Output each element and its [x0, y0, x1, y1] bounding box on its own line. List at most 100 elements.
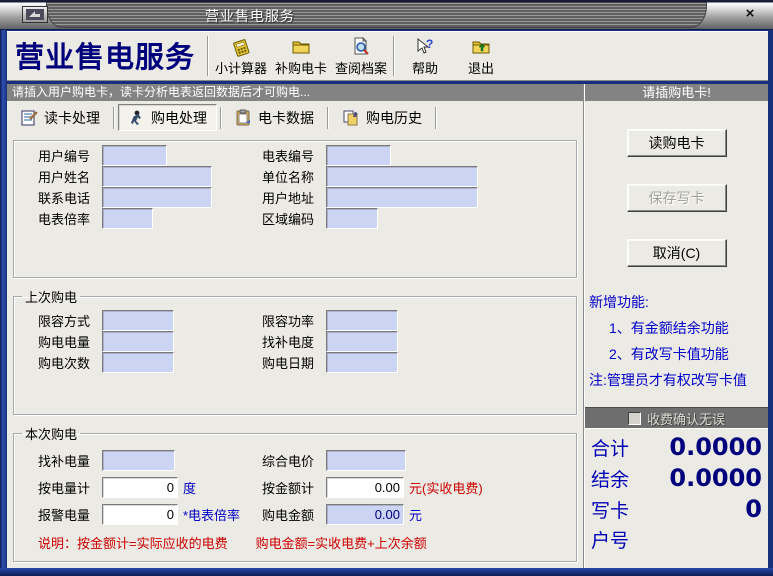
account-label: 户号 — [591, 526, 629, 553]
limit-mode-input[interactable] — [102, 310, 174, 331]
purchase-date-input[interactable] — [326, 352, 398, 373]
field-label-meter-ratio: 电表倍率 — [38, 209, 102, 228]
by-money-input[interactable] — [326, 477, 404, 498]
purchase-icon — [128, 109, 145, 126]
tab-separator — [220, 107, 222, 129]
feature-note-title: 新增功能: — [589, 289, 766, 315]
balance-label: 结余 — [591, 465, 629, 492]
note-by-money: 说明：按金额计=实际应收的电费 — [38, 533, 228, 552]
by-quantity-input[interactable] — [102, 477, 178, 498]
card-action-buttons: 读购电卡 保存写卡 取消(C) — [585, 101, 768, 267]
svg-text:?: ? — [426, 37, 433, 51]
side-panel: 请插购电卡! 读购电卡 保存写卡 取消(C) 新增功能: 1、有金额结余功能 2… — [584, 84, 768, 568]
feature-note-admin: 注:管理员才有权改写卡值 — [589, 367, 766, 393]
by-money-unit: 元(实收电费) — [409, 478, 483, 497]
field-label-purchase-count: 购电次数 — [38, 353, 102, 372]
field-label-limit-power: 限容功率 — [262, 311, 326, 330]
field-label-meter-id: 电表编号 — [262, 146, 326, 165]
meter-id-input[interactable] — [326, 145, 391, 166]
tab-card-data[interactable]: 电卡数据 — [225, 104, 324, 131]
title-bar[interactable]: 营业售电服务 × — [0, 0, 773, 30]
purchase-count-input[interactable] — [102, 352, 174, 373]
user-id-input[interactable] — [102, 145, 167, 166]
note-purchase-money: 购电金额=实收电费+上次余额 — [256, 533, 427, 552]
calculator-button-label: 小计算器 — [215, 58, 267, 77]
total-label: 合计 — [591, 434, 629, 461]
totals-panel: 合计 0.0000 结余 0.0000 写卡 0 户号 — [585, 429, 768, 568]
area-code-input[interactable] — [326, 208, 378, 229]
field-label-by-money: 按金额计 — [262, 478, 326, 497]
tab-bar: 读卡处理 购电处理 — [7, 101, 583, 134]
alarm-qty-input[interactable] — [102, 504, 178, 525]
cancel-button[interactable]: 取消(C) — [627, 239, 727, 267]
address-input[interactable] — [326, 187, 478, 208]
window-title: 营业售电服务 — [205, 6, 295, 26]
read-card-button[interactable]: 读购电卡 — [627, 129, 727, 157]
purchase-history-icon — [342, 109, 360, 126]
field-label-compensation-degree: 找补电度 — [262, 332, 326, 351]
help-button[interactable]: ? 帮助 — [397, 33, 453, 79]
fee-confirm-checkbox[interactable] — [628, 412, 641, 425]
form-row: 报警电量 *电表倍率 购电金额 元 — [14, 504, 576, 525]
app-heading: 营业售电服务 — [7, 34, 205, 78]
window-bottom-border — [0, 568, 773, 576]
user-name-input[interactable] — [102, 166, 212, 187]
save-write-card-button[interactable]: 保存写卡 — [627, 184, 727, 212]
field-label-address: 用户地址 — [262, 188, 326, 207]
rebuy-card-button-label: 补购电卡 — [275, 58, 327, 77]
last-purchase-legend: 上次购电 — [22, 287, 80, 306]
form-row: 限容方式 限容功率 — [14, 310, 576, 331]
compensate-qty-input[interactable] — [102, 450, 175, 471]
field-label-area-code: 区域编码 — [262, 209, 326, 228]
exit-button[interactable]: 退出 — [453, 33, 509, 79]
view-archive-button-label: 查阅档案 — [335, 58, 387, 77]
fee-confirm-label: 收费确认无误 — [647, 409, 725, 428]
write-card-label: 写卡 — [591, 496, 629, 523]
tab-purchase[interactable]: 购电处理 — [118, 104, 217, 131]
close-icon[interactable]: × — [739, 4, 761, 24]
fee-confirm-bar[interactable]: 收费确认无误 — [585, 407, 768, 429]
calculator-icon — [231, 36, 251, 58]
app-window: 营业售电服务 × 营业售电服务 小计算器 — [0, 0, 773, 576]
balance-value: 0.0000 — [669, 464, 762, 492]
purchase-amount-input[interactable] — [102, 331, 174, 352]
field-label-purchase-date: 购电日期 — [262, 353, 326, 372]
main-area: 请插入用户购电卡，读卡分析电表返回数据后才可购电... 读卡处理 — [7, 84, 768, 568]
field-label-alarm-qty: 报警电量 — [38, 505, 102, 524]
feature-note-2: 2、有改写卡值功能 — [589, 341, 766, 367]
status-bar: 请插入用户购电卡，读卡分析电表返回数据后才可购电... — [7, 84, 583, 101]
alarm-qty-unit: *电表倍率 — [183, 505, 240, 524]
composite-price-input[interactable] — [326, 450, 406, 471]
calculator-button[interactable]: 小计算器 — [211, 33, 271, 79]
form-row: 联系电话 用户地址 — [14, 187, 576, 208]
field-label-purchase-money: 购电金额 — [262, 505, 326, 524]
field-label-user-id: 用户编号 — [38, 146, 102, 165]
compensation-degree-input[interactable] — [326, 331, 398, 352]
balance-row: 结余 0.0000 — [591, 464, 762, 495]
purchase-money-input[interactable] — [326, 504, 404, 525]
phone-input[interactable] — [102, 187, 212, 208]
basic-info-group: 用户编号 电表编号 用户姓名 — [13, 140, 577, 278]
account-row: 户号 — [591, 526, 762, 557]
help-button-label: 帮助 — [412, 58, 438, 77]
tab-separator — [327, 107, 329, 129]
limit-power-input[interactable] — [326, 310, 398, 331]
tab-separator — [113, 107, 115, 129]
view-archive-button[interactable]: 查阅档案 — [331, 33, 391, 79]
tab-separator — [435, 107, 437, 129]
field-label-by-quantity: 按电量计 — [38, 478, 102, 497]
total-value: 0.0000 — [669, 433, 762, 461]
tab-purchase-history[interactable]: 购电历史 — [332, 104, 432, 131]
toolbar-separator — [207, 36, 209, 76]
unit-name-input[interactable] — [326, 166, 478, 187]
meter-ratio-input[interactable] — [102, 208, 153, 229]
form-row: 找补电量 综合电价 — [14, 450, 576, 471]
current-purchase-group: 本次购电 找补电量 综合电价 按电量计 — [13, 424, 577, 562]
field-label-purchase-amount: 购电电量 — [38, 332, 102, 351]
rebuy-card-button[interactable]: 补购电卡 — [271, 33, 331, 79]
feature-notes: 新增功能: 1、有金额结余功能 2、有改写卡值功能 注:管理员才有权改写卡值 — [585, 289, 768, 393]
form-row: 购电电量 找补电度 — [14, 331, 576, 352]
tab-read-card-label: 读卡处理 — [44, 108, 100, 128]
by-quantity-unit: 度 — [183, 478, 196, 497]
tab-read-card[interactable]: 读卡处理 — [11, 104, 110, 131]
